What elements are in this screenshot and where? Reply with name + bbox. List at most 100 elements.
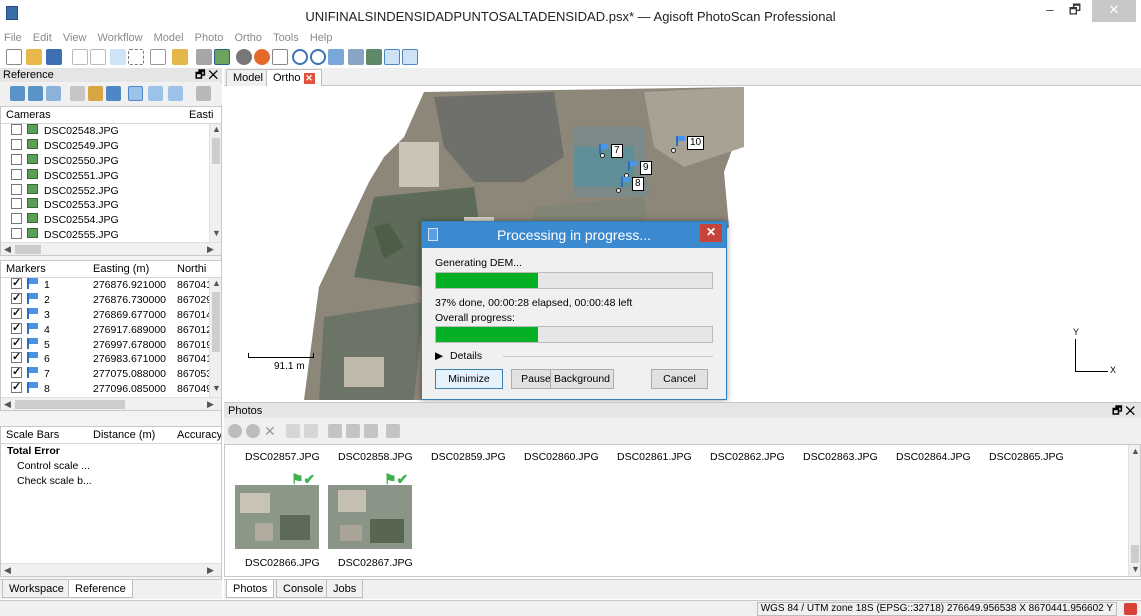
tab-photos[interactable]: Photos: [226, 580, 275, 598]
view-estimated-icon[interactable]: [148, 86, 163, 101]
checkbox[interactable]: [11, 213, 22, 225]
ruler-icon[interactable]: [150, 49, 166, 65]
camera-row[interactable]: DSC02550.JPG: [1, 153, 221, 169]
checkbox[interactable]: [11, 336, 22, 351]
scroll-left-icon[interactable]: ◀: [4, 565, 11, 576]
checkbox[interactable]: [11, 124, 22, 135]
scroll-thumb[interactable]: [212, 138, 220, 164]
select-icon[interactable]: [110, 49, 126, 65]
disable-icon[interactable]: [246, 424, 260, 438]
scroll-up-icon[interactable]: ▲: [1131, 446, 1140, 456]
undo-icon[interactable]: [72, 49, 88, 65]
enable-icon[interactable]: [228, 424, 242, 438]
marker-row[interactable]: 1 276876.921000 867041: [1, 276, 221, 293]
tab-ortho[interactable]: Ortho ✕: [266, 69, 322, 86]
tab-workspace[interactable]: Workspace: [2, 580, 71, 598]
photo-name[interactable]: DSC02858.JPG: [338, 451, 413, 463]
scroll-thumb[interactable]: [15, 400, 125, 409]
tab-model[interactable]: Model: [226, 69, 270, 86]
photo-name[interactable]: DSC02867.JPG: [338, 557, 413, 569]
remove-icon[interactable]: ✕: [264, 424, 278, 438]
new-icon[interactable]: [6, 49, 22, 65]
marker-row[interactable]: 4 276917.689000 867012: [1, 321, 221, 338]
scroll-down-icon[interactable]: ▼: [1131, 564, 1140, 574]
scalebars-hscroll[interactable]: ◀ ▶: [1, 563, 221, 576]
edit-icon[interactable]: [88, 86, 103, 101]
photo-name[interactable]: DSC02859.JPG: [431, 451, 506, 463]
panel-float-close[interactable]: 🗗 ✕: [1112, 403, 1135, 419]
marker-8-flag-icon[interactable]: [621, 177, 631, 188]
rect-select-icon[interactable]: [128, 49, 144, 65]
control-scale-row[interactable]: Control scale ...: [1, 459, 221, 474]
scroll-up-icon[interactable]: ▲: [212, 278, 221, 288]
marker-point[interactable]: [600, 153, 605, 158]
update-icon[interactable]: [106, 86, 121, 101]
open-icon[interactable]: [26, 49, 42, 65]
photo-thumbnail[interactable]: [328, 485, 412, 549]
scroll-thumb[interactable]: [1131, 545, 1139, 563]
photo-name[interactable]: DSC02857.JPG: [245, 451, 320, 463]
background-button[interactable]: Background: [550, 369, 614, 389]
photo-name[interactable]: DSC02865.JPG: [989, 451, 1064, 463]
pencil-icon[interactable]: [172, 49, 188, 65]
tab-reference[interactable]: Reference: [68, 580, 133, 598]
total-error-row[interactable]: Total Error: [1, 444, 221, 459]
menu-model[interactable]: Model: [150, 30, 188, 46]
tab-console[interactable]: Console: [276, 580, 331, 598]
table-icon[interactable]: [46, 86, 61, 101]
convert-icon[interactable]: [70, 86, 85, 101]
checkbox[interactable]: [11, 168, 22, 180]
ortho-view-icon[interactable]: [214, 49, 230, 65]
photo-grid-icon[interactable]: [366, 49, 382, 65]
col-scale-bars[interactable]: Scale Bars: [6, 427, 59, 444]
photos-vscroll[interactable]: ▲ ▼: [1128, 445, 1140, 576]
cancel-button[interactable]: Cancel: [651, 369, 708, 389]
camera-row[interactable]: DSC02554.JPG: [1, 213, 221, 228]
scroll-up-icon[interactable]: ▲: [212, 124, 221, 134]
camera-row[interactable]: DSC02551.JPG: [1, 168, 221, 184]
checkbox[interactable]: [11, 138, 22, 150]
dialog-title-bar[interactable]: Processing in progress... ✕: [422, 222, 726, 248]
camera-row[interactable]: DSC02549.JPG: [1, 138, 221, 154]
zoom-in-icon[interactable]: [292, 49, 308, 65]
photo-name[interactable]: DSC02864.JPG: [896, 451, 971, 463]
redo-icon[interactable]: [90, 49, 106, 65]
menu-photo[interactable]: Photo: [191, 30, 228, 46]
scroll-left-icon[interactable]: ◀: [4, 399, 11, 410]
export-icon[interactable]: [28, 86, 43, 101]
marker-row[interactable]: 6 276983.671000 867041: [1, 350, 221, 367]
view-errors-icon[interactable]: [168, 86, 183, 101]
shapes-icon[interactable]: [384, 49, 400, 65]
checkbox[interactable]: [11, 183, 22, 195]
camera-row[interactable]: DSC02552.JPG: [1, 183, 221, 199]
move-icon[interactable]: [328, 49, 344, 65]
checkbox[interactable]: [11, 306, 22, 321]
col-easting[interactable]: Easti: [189, 107, 213, 124]
dialog-close-button[interactable]: ✕: [700, 224, 722, 242]
marker-9-flag-icon[interactable]: [628, 161, 638, 172]
check-scale-row[interactable]: Check scale b...: [1, 474, 221, 489]
marker-row[interactable]: 8 277096.085000 867049: [1, 380, 221, 397]
cameras-hscroll[interactable]: ◀ ▶: [1, 242, 221, 255]
col-northing[interactable]: Northi: [177, 261, 206, 278]
rotate-right-icon[interactable]: [304, 424, 318, 438]
checkbox[interactable]: [11, 228, 22, 240]
menu-edit[interactable]: Edit: [29, 30, 56, 46]
checkbox[interactable]: [11, 365, 22, 380]
marker-10-flag-icon[interactable]: [676, 136, 686, 147]
save-icon[interactable]: [46, 49, 62, 65]
photo-name[interactable]: DSC02862.JPG: [710, 451, 785, 463]
close-tab-icon[interactable]: ✕: [303, 73, 315, 84]
camera-row[interactable]: DSC02553.JPG: [1, 198, 221, 213]
mask-icon[interactable]: [364, 424, 378, 438]
stop-icon[interactable]: [1124, 603, 1137, 615]
marker-row[interactable]: 5 276997.678000 867019: [1, 336, 221, 353]
photo-name[interactable]: DSC02863.JPG: [803, 451, 878, 463]
solid-icon[interactable]: [236, 49, 252, 65]
details-toggle[interactable]: ▶ Details: [435, 350, 715, 362]
view-source-icon[interactable]: [128, 86, 143, 101]
cameras-vscroll[interactable]: ▲ ▼: [209, 124, 221, 242]
scroll-right-icon[interactable]: ▶: [207, 399, 214, 410]
menu-help[interactable]: Help: [306, 30, 337, 46]
colors-icon[interactable]: [254, 49, 270, 65]
